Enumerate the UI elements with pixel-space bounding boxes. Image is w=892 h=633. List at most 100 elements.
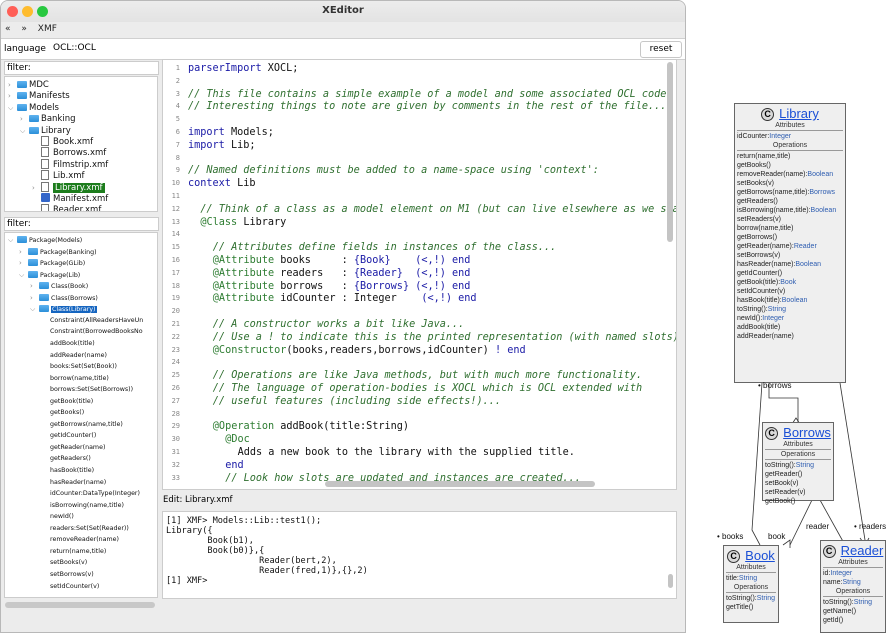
- operation-name: setBooks(v): [737, 180, 774, 187]
- operation-type: Boolean: [810, 207, 837, 214]
- operation-name: toString():: [823, 599, 854, 606]
- operation-row[interactable]: setReader(v): [763, 488, 833, 497]
- operation-name: newId():: [737, 315, 763, 322]
- edge-label-reader: reader: [806, 522, 830, 531]
- class-name[interactable]: C Library: [735, 104, 845, 121]
- operation-row[interactable]: getReader(name):Reader: [735, 242, 845, 251]
- attribute-row[interactable]: title:String: [724, 574, 778, 583]
- attribute-row[interactable]: idCounter:Integer: [735, 132, 845, 141]
- operation-name: getId(): [823, 617, 844, 624]
- operation-row[interactable]: getBorrows(): [735, 233, 845, 242]
- operation-row[interactable]: setIdCounter(v): [735, 287, 845, 296]
- operation-row[interactable]: setBook(v): [763, 479, 833, 488]
- operations-header: Operations: [765, 451, 831, 460]
- attribute-name: idCounter:: [737, 133, 770, 140]
- uml-class-reader[interactable]: C Reader Attributes id:Integer name:String Op…: [820, 540, 886, 633]
- operation-row[interactable]: addReader(name): [735, 332, 845, 341]
- operation-name: borrow(name,title): [737, 225, 794, 232]
- operation-type: Boolean: [807, 171, 834, 178]
- operation-type: String: [767, 306, 787, 313]
- edge-label-book: book: [768, 532, 786, 541]
- uml-class-library[interactable]: C Library Attributes idCounter:Integer Opera…: [734, 103, 846, 383]
- edge-label-readers: • readers: [854, 522, 887, 531]
- operations-header: Operations: [823, 588, 883, 597]
- operation-row[interactable]: isBorrowing(name,title):Boolean: [735, 206, 845, 215]
- operation-row[interactable]: borrow(name,title): [735, 224, 845, 233]
- operation-name: setReader(v): [765, 489, 806, 496]
- attribute-type: String: [842, 579, 861, 586]
- operation-name: getReader(name):: [737, 243, 794, 250]
- operation-row[interactable]: getName(): [821, 607, 885, 616]
- operation-type: Boolean: [781, 297, 808, 304]
- operation-row[interactable]: getId(): [821, 616, 885, 625]
- operation-name: setIdCounter(v): [737, 288, 786, 295]
- operation-row[interactable]: setBorrows(v): [735, 251, 845, 260]
- edge-library-book: [751, 382, 763, 546]
- operation-name: isBorrowing(name,title):: [737, 207, 811, 214]
- operation-row[interactable]: return(name,title): [735, 152, 845, 161]
- operation-row[interactable]: setReaders(v): [735, 215, 845, 224]
- operations-header: Operations: [737, 142, 843, 151]
- operation-name: getTitle(): [726, 604, 754, 611]
- class-name-text: Reader: [840, 543, 884, 558]
- operation-row[interactable]: toString():String: [724, 594, 778, 603]
- operation-row[interactable]: getBook(): [763, 497, 833, 506]
- edge-label-borrows: • borrows: [758, 381, 792, 390]
- class-name[interactable]: C Reader: [821, 541, 885, 558]
- class-name-text: Library: [779, 106, 819, 121]
- class-c-icon: C: [822, 545, 836, 558]
- operations-header: Operations: [726, 584, 776, 593]
- class-c-icon: C: [727, 550, 741, 563]
- operation-row[interactable]: removeReader(name):Boolean: [735, 170, 845, 179]
- attribute-row[interactable]: id:Integer: [821, 569, 885, 578]
- operation-type: String: [756, 595, 776, 602]
- operation-name: getBook(): [765, 498, 796, 505]
- operation-name: addReader(name): [737, 333, 794, 340]
- operation-type: Reader: [793, 243, 817, 250]
- class-c-icon: C: [765, 427, 779, 440]
- operation-type: Borrows: [809, 189, 836, 196]
- attributes-header: Attributes: [823, 559, 883, 568]
- operation-row[interactable]: toString():String: [735, 305, 845, 314]
- uml-class-borrows[interactable]: C Borrows Attributes Operations toString():S…: [762, 422, 834, 505]
- class-name[interactable]: C Book: [724, 546, 778, 563]
- attribute-row[interactable]: name:String: [821, 578, 885, 587]
- operation-row[interactable]: getBorrows(name,title):Borrows: [735, 188, 845, 197]
- operation-type: String: [795, 462, 815, 469]
- operation-row[interactable]: toString():String: [821, 598, 885, 607]
- operation-row[interactable]: getReaders(): [735, 197, 845, 206]
- operation-type: Boolean: [795, 261, 822, 268]
- operation-row[interactable]: getBooks(): [735, 161, 845, 170]
- operation-row[interactable]: getTitle(): [724, 603, 778, 612]
- operation-row[interactable]: hasReader(name):Boolean: [735, 260, 845, 269]
- operation-row[interactable]: toString():String: [763, 461, 833, 470]
- uml-class-book[interactable]: C Book Attributes title:String Operations toS…: [723, 545, 779, 623]
- attributes-header: Attributes: [726, 564, 776, 573]
- operation-name: return(name,title): [737, 153, 791, 160]
- operation-name: toString():: [737, 306, 768, 313]
- class-name[interactable]: C Borrows: [763, 423, 833, 440]
- operation-name: setBorrows(v): [737, 252, 781, 259]
- operation-name: toString():: [765, 462, 796, 469]
- arrowhead-book: [782, 539, 791, 548]
- operation-name: addBook(title): [737, 324, 781, 331]
- operation-name: getBooks(): [737, 162, 771, 169]
- operation-row[interactable]: getBook(title):Book: [735, 278, 845, 287]
- operation-name: removeReader(name):: [737, 171, 808, 178]
- class-c-icon: C: [761, 108, 775, 121]
- attributes-header: Attributes: [765, 441, 831, 450]
- operation-name: getBorrows(name,title):: [737, 189, 810, 196]
- operation-row[interactable]: addBook(title): [735, 323, 845, 332]
- operation-row[interactable]: getReader(): [763, 470, 833, 479]
- operation-row[interactable]: setBooks(v): [735, 179, 845, 188]
- edge-label-books: • books: [717, 532, 744, 541]
- operation-row[interactable]: hasBook(title):Boolean: [735, 296, 845, 305]
- attribute-name: title:: [726, 575, 739, 582]
- operation-row[interactable]: newId():Integer: [735, 314, 845, 323]
- class-name-text: Book: [745, 548, 775, 563]
- operation-type: Book: [780, 279, 797, 286]
- operation-name: toString():: [726, 595, 757, 602]
- operation-name: getReader(): [765, 471, 803, 478]
- attribute-type: Integer: [769, 133, 792, 140]
- operation-row[interactable]: getIdCounter(): [735, 269, 845, 278]
